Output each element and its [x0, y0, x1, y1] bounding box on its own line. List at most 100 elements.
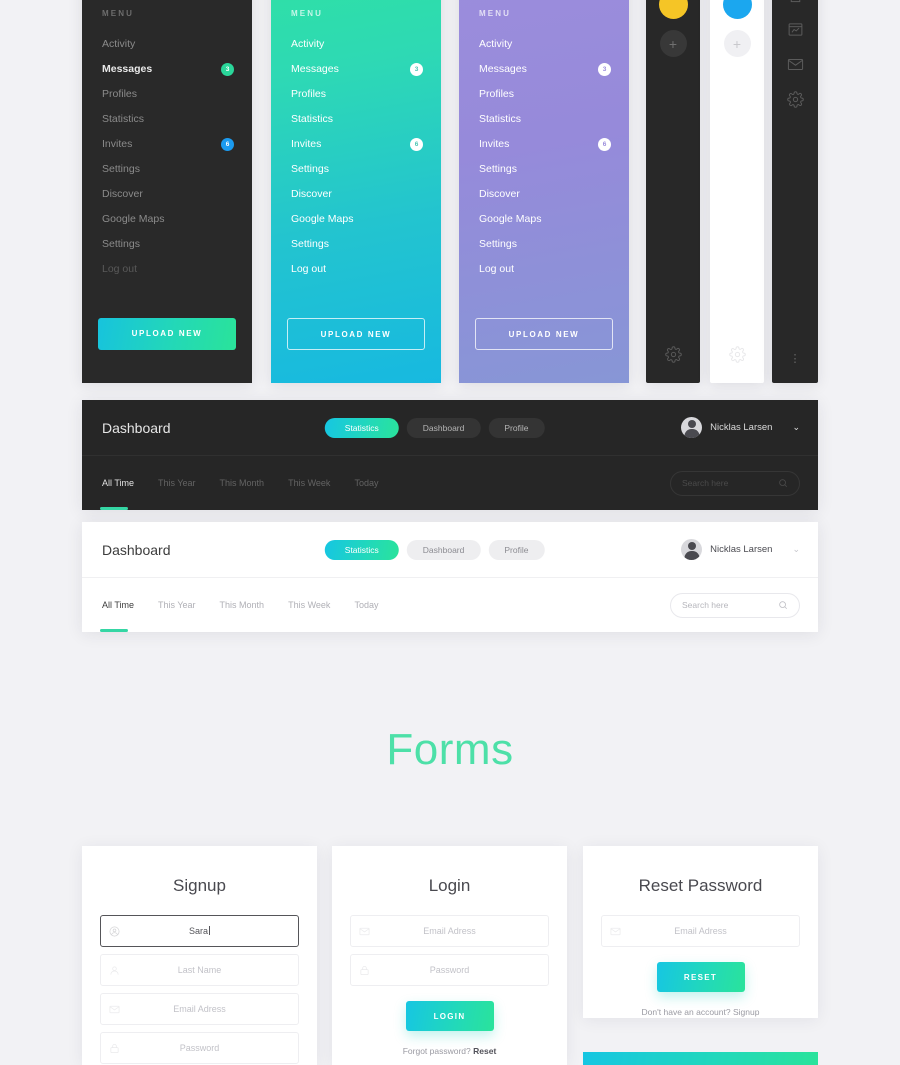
- menu-item-invites[interactable]: Invites 6: [459, 132, 629, 157]
- gear-icon[interactable]: [786, 91, 804, 108]
- search-input[interactable]: Search here: [670, 470, 800, 496]
- icon-rail-light: +: [710, 0, 764, 383]
- menu-item-discover[interactable]: Discover: [82, 182, 252, 207]
- menu-item-label: Invites: [479, 138, 510, 150]
- menu-item-profiles[interactable]: Profiles: [459, 82, 629, 107]
- menu-item-google-maps[interactable]: Google Maps: [459, 207, 629, 232]
- tab-this-year[interactable]: This Year: [158, 456, 196, 510]
- upload-new-button[interactable]: UPLOAD NEW: [287, 318, 425, 350]
- more-vertical-icon[interactable]: ⋮: [790, 354, 801, 365]
- tab-profile[interactable]: Profile: [488, 539, 545, 560]
- menu-item-settings-2[interactable]: Settings: [271, 232, 441, 257]
- rail-avatar[interactable]: [658, 0, 688, 19]
- email-field[interactable]: Email Adress: [350, 915, 549, 947]
- search-input[interactable]: Search here: [670, 592, 800, 618]
- menu-badge-messages: 3: [221, 63, 234, 76]
- menu-item-discover[interactable]: Discover: [459, 182, 629, 207]
- signup-prompt[interactable]: Don't have an account? Signup: [601, 1007, 800, 1017]
- menu-item-activity[interactable]: Activity: [82, 32, 252, 57]
- upload-new-button[interactable]: UPLOAD NEW: [98, 318, 236, 350]
- menu-item-invites[interactable]: Invites 6: [271, 132, 441, 157]
- chevron-down-icon[interactable]: ⌄: [792, 544, 800, 555]
- menu-item-label: Google Maps: [291, 213, 354, 225]
- tab-profile[interactable]: Profile: [488, 417, 545, 438]
- menu-item-statistics[interactable]: Statistics: [82, 107, 252, 132]
- rail-avatar[interactable]: [722, 0, 752, 19]
- reset-button[interactable]: RESET: [656, 962, 745, 992]
- time-range-tabs: All Time This Year This Month This Week …: [99, 456, 378, 510]
- menu-item-messages[interactable]: Messages 3: [271, 57, 441, 82]
- last-name-field[interactable]: Last Name: [100, 954, 299, 986]
- tab-all-time[interactable]: All Time: [99, 456, 134, 510]
- user-menu[interactable]: Nicklas Larsen ⌄: [681, 417, 800, 438]
- page-title: Dashboard: [102, 541, 171, 558]
- search-placeholder: Search here: [682, 478, 729, 488]
- tab-this-month[interactable]: This Month: [220, 578, 265, 632]
- tab-this-month[interactable]: This Month: [220, 456, 265, 510]
- menu-item-statistics[interactable]: Statistics: [459, 107, 629, 132]
- menu-item-label: Statistics: [102, 113, 145, 125]
- chevron-down-icon[interactable]: ⌄: [792, 422, 800, 433]
- menu-item-settings-2[interactable]: Settings: [459, 232, 629, 257]
- menu-item-label: Settings: [102, 238, 140, 250]
- menu-item-discover[interactable]: Discover: [271, 182, 441, 207]
- time-range-tabs: All Time This Year This Month This Week …: [99, 578, 378, 632]
- dashboard-bar-dark: Dashboard Statistics Dashboard Profile N…: [82, 400, 818, 510]
- gear-icon[interactable]: [728, 346, 746, 363]
- menu-item-settings[interactable]: Settings: [82, 157, 252, 182]
- menu-item-statistics[interactable]: Statistics: [271, 107, 441, 132]
- tab-all-time[interactable]: All Time: [99, 578, 134, 632]
- email-field[interactable]: Email Adress: [100, 993, 299, 1025]
- gear-icon[interactable]: [664, 346, 682, 363]
- tab-this-week[interactable]: This Week: [288, 578, 330, 632]
- password-field[interactable]: Password: [100, 1032, 299, 1064]
- search-icon: [778, 600, 788, 610]
- menu-item-messages[interactable]: Messages 3: [82, 57, 252, 82]
- menu-item-label: Log out: [291, 263, 327, 275]
- email-field[interactable]: Email Adress: [601, 915, 800, 947]
- menu-spacer: [82, 282, 252, 318]
- menu-item-profiles[interactable]: Profiles: [271, 82, 441, 107]
- tab-today[interactable]: Today: [354, 456, 378, 510]
- menu-item-messages[interactable]: Messages 3: [459, 57, 629, 82]
- menu-item-activity[interactable]: Activity: [271, 32, 441, 57]
- menu-item-log-out[interactable]: Log out: [271, 257, 441, 282]
- menu-item-invites[interactable]: Invites 6: [82, 132, 252, 157]
- menu-item-settings-2[interactable]: Settings: [82, 232, 252, 257]
- search-placeholder: Search here: [682, 600, 729, 610]
- add-button[interactable]: +: [723, 30, 751, 57]
- upload-new-button[interactable]: UPLOAD NEW: [475, 318, 613, 350]
- menu-item-settings[interactable]: Settings: [459, 157, 629, 182]
- first-name-field[interactable]: Sara: [100, 915, 299, 947]
- menu-item-label: Invites: [102, 138, 133, 150]
- first-name-value: Sara: [127, 926, 298, 936]
- menu-item-settings[interactable]: Settings: [271, 157, 441, 182]
- menu-badge-messages: 3: [598, 63, 611, 76]
- user-menu[interactable]: Nicklas Larsen ⌄: [681, 539, 800, 560]
- add-button[interactable]: +: [659, 30, 687, 57]
- tab-this-year[interactable]: This Year: [158, 578, 196, 632]
- tab-dashboard[interactable]: Dashboard: [406, 539, 481, 560]
- reset-link[interactable]: Reset: [473, 1046, 496, 1056]
- menu-item-log-out[interactable]: Log out: [459, 257, 629, 282]
- tab-today[interactable]: Today: [354, 578, 378, 632]
- login-button[interactable]: LOGIN: [405, 1001, 494, 1031]
- tab-statistics[interactable]: Statistics: [324, 539, 399, 560]
- menu-item-label: Messages: [102, 63, 153, 75]
- envelope-icon[interactable]: [787, 56, 804, 73]
- menu-item-profiles[interactable]: Profiles: [82, 82, 252, 107]
- chart-window-icon[interactable]: [787, 21, 804, 38]
- menu-badge-invites: 6: [598, 138, 611, 151]
- menu-spacer: [459, 282, 629, 318]
- printer-icon[interactable]: [787, 0, 804, 3]
- menu-item-log-out[interactable]: Log out: [82, 257, 252, 282]
- tab-this-week[interactable]: This Week: [288, 456, 330, 510]
- menu-item-google-maps[interactable]: Google Maps: [82, 207, 252, 232]
- bottom-accent-bar: [583, 1052, 818, 1065]
- tab-dashboard[interactable]: Dashboard: [406, 417, 481, 438]
- tab-statistics[interactable]: Statistics: [324, 417, 399, 438]
- dashboard-filterbar: All Time This Year This Month This Week …: [82, 456, 818, 510]
- password-field[interactable]: Password: [350, 954, 549, 986]
- menu-item-activity[interactable]: Activity: [459, 32, 629, 57]
- menu-item-google-maps[interactable]: Google Maps: [271, 207, 441, 232]
